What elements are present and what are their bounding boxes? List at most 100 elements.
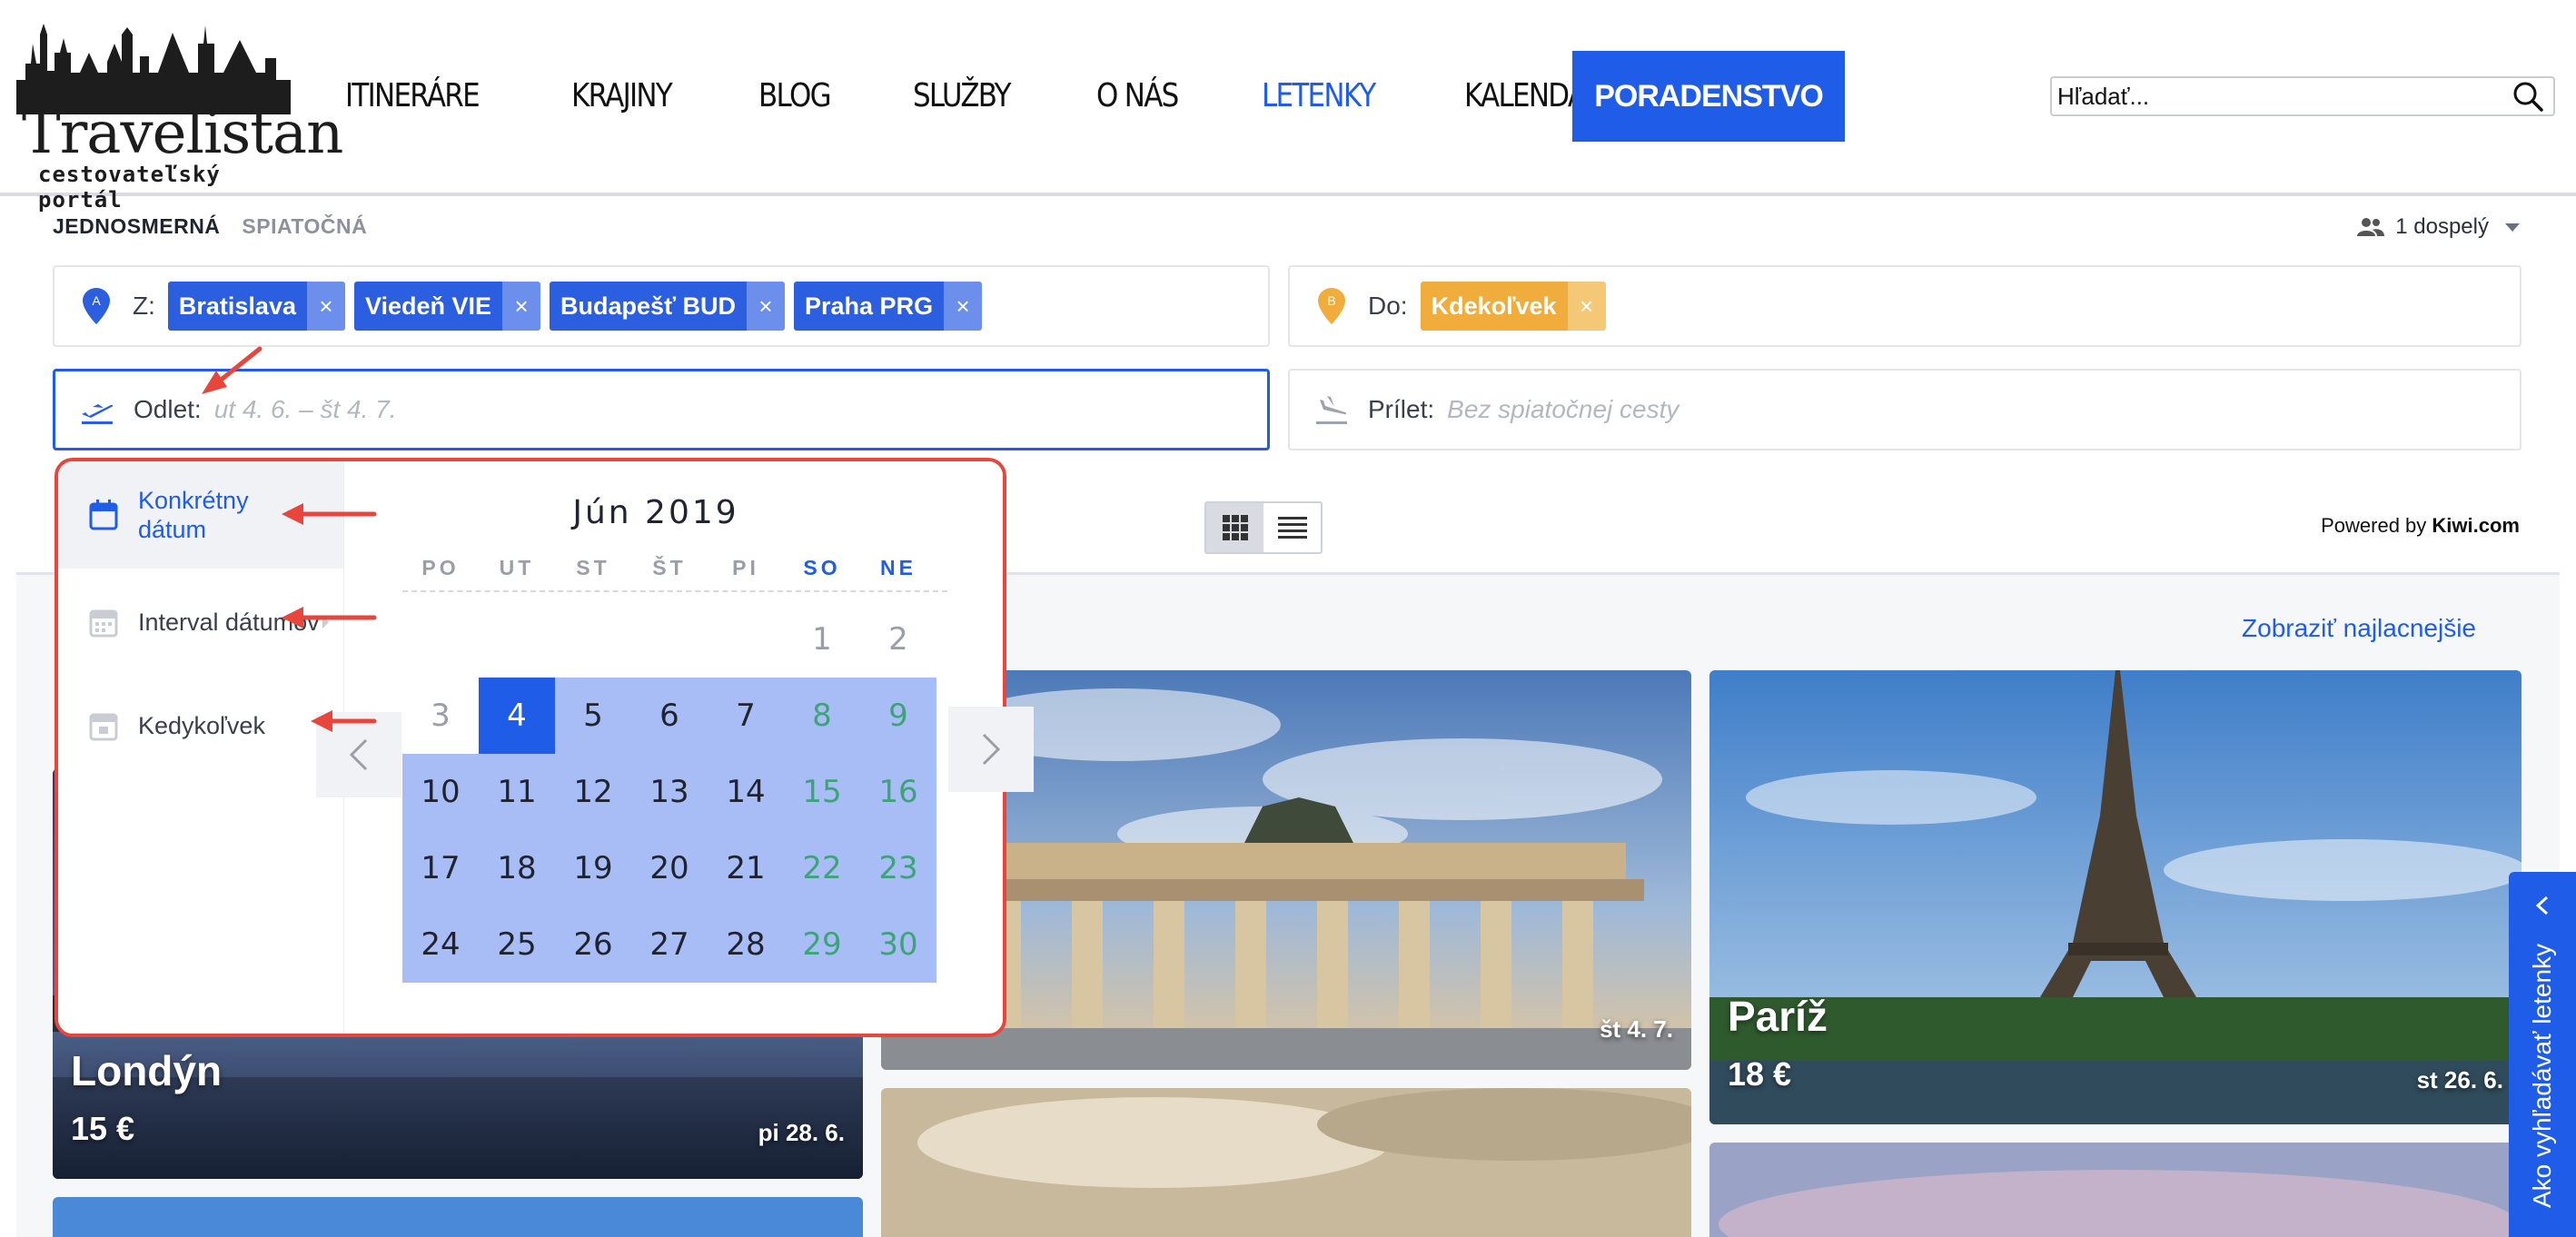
calendar-day[interactable]: 11 (479, 754, 555, 830)
calendar-day[interactable]: 5 (555, 678, 631, 754)
list-view-button[interactable] (1263, 503, 1321, 552)
calendar-day[interactable]: 10 (402, 754, 479, 830)
calendar-day[interactable]: 9 (860, 678, 936, 754)
calendar-day: 1 (812, 621, 832, 658)
calendar-day[interactable]: 16 (860, 754, 936, 830)
calendar-day[interactable]: 25 (479, 906, 555, 983)
calendar-day[interactable]: 13 (631, 754, 708, 830)
logo[interactable]: Travelistan cestovateľský portál (13, 16, 343, 213)
powered-by: Powered by Kiwi.com (2321, 514, 2520, 538)
next-month-button[interactable] (948, 707, 1034, 792)
card-city: Paríž (1728, 993, 1828, 1040)
calendar-day: 3 (431, 698, 451, 734)
from-chip-vienna: Viedeň VIE × (353, 282, 541, 331)
weekday-label: PI (732, 556, 759, 579)
destination-card-row2-2[interactable] (881, 1088, 1691, 1237)
chip-label: Viedeň VIE (353, 282, 503, 331)
nav-blog[interactable]: BLOG (758, 77, 832, 114)
calendar-day[interactable]: 23 (860, 830, 936, 906)
nav-sluzby[interactable]: SLUŽBY (913, 77, 1012, 114)
search-icon[interactable] (2502, 78, 2553, 114)
close-icon[interactable]: × (502, 282, 541, 331)
poradenstvo-button[interactable]: PORADENSTVO (1572, 51, 1845, 142)
calendar-day[interactable]: 14 (708, 754, 784, 830)
weekday-label: NE (880, 556, 916, 579)
paris-photo (1709, 670, 2522, 1124)
weekday-label: ST (576, 556, 610, 579)
card-price: 18 € (1728, 1055, 1792, 1093)
calendar-day[interactable]: 4 (479, 678, 555, 754)
grid-icon (1222, 515, 1248, 540)
calendar-day[interactable]: 17 (402, 830, 479, 906)
calendar-day[interactable]: 21 (708, 830, 784, 906)
calendar-day[interactable]: 7 (708, 678, 784, 754)
calendar-day[interactable]: 8 (784, 678, 860, 754)
pin-b-icon: B (1313, 288, 1350, 324)
calendar-day[interactable]: 30 (860, 906, 936, 983)
show-cheapest-link[interactable]: Zobraziť najlacnejšie (2242, 614, 2476, 643)
mode-label: Interval dátumov (138, 609, 320, 636)
calendar-day[interactable]: 20 (631, 830, 708, 906)
calendar-day[interactable]: 12 (555, 754, 631, 830)
tab-return[interactable]: SPIATOČNÁ (242, 214, 367, 239)
powered-brand[interactable]: Kiwi.com (2432, 514, 2520, 537)
pin-b-letter: B (1327, 293, 1335, 308)
nav-o-nas[interactable]: O NÁS (1096, 77, 1179, 114)
search-input[interactable] (2052, 78, 2502, 114)
tab-one-way[interactable]: JEDNOSMERNÁ (53, 214, 220, 239)
to-field[interactable]: B Do: Kdekoľvek × (1288, 265, 2522, 347)
calendar-icon (89, 500, 118, 530)
nav-letenky[interactable]: LETENKY (1262, 77, 1376, 114)
card-date: pi 28. 6. (758, 1119, 845, 1146)
calendar-day[interactable]: 19 (555, 830, 631, 906)
card-date: st 26. 6. (2416, 1066, 2503, 1094)
calendar-day[interactable]: 18 (479, 830, 555, 906)
mode-specific-date[interactable]: Konkrétny dátum (58, 461, 343, 569)
how-to-search-tab[interactable]: Ako vyhľadávať letenky (2509, 872, 2576, 1237)
calendar-day[interactable]: 26 (555, 906, 631, 983)
city-photo (881, 1088, 1691, 1237)
calendar-day[interactable]: 15 (784, 754, 860, 830)
chip-label: Bratislava (167, 282, 307, 331)
from-field[interactable]: A Z: Bratislava × Viedeň VIE × Budapešť … (53, 265, 1270, 347)
chip-label: Budapešť BUD (550, 282, 748, 331)
mode-anytime[interactable]: Kedykoľvek (58, 676, 343, 776)
calendar-day[interactable]: 29 (784, 906, 860, 983)
weekday-label: UT (499, 556, 535, 579)
close-icon[interactable]: × (944, 282, 983, 331)
close-icon[interactable]: × (1567, 282, 1606, 331)
depart-label: Odlet: (134, 395, 202, 423)
calendar-range-icon (89, 609, 118, 638)
passenger-selector[interactable]: 1 dospelý (2357, 214, 2520, 240)
calendar-day[interactable]: 22 (784, 830, 860, 906)
nav-itinerare[interactable]: ITINERÁRE (345, 77, 481, 114)
plane-landing-icon (1313, 391, 1350, 428)
to-label: Do: (1368, 292, 1408, 320)
people-icon (2357, 218, 2385, 236)
close-icon[interactable]: × (306, 282, 345, 331)
calendar-day[interactable]: 27 (631, 906, 708, 983)
month-calendar: Jún 2019 PO UT ST ŠT PI SO NE 1 2 3 4 5 6 7 8 9 10 11 12 1… (343, 461, 1003, 1034)
site-header: Travelistan cestovateľský portál ITINERÁ… (0, 0, 2576, 213)
calendar-day[interactable]: 6 (631, 678, 708, 754)
calendar-day[interactable]: 24 (402, 906, 479, 983)
calendar-day: 2 (888, 621, 908, 658)
mode-date-interval[interactable]: Interval dátumov (58, 569, 343, 676)
from-chip-budapest: Budapešť BUD × (550, 282, 786, 331)
prev-month-button[interactable] (316, 712, 401, 797)
chip-label: Praha PRG (794, 282, 945, 331)
passenger-count: 1 dospelý (2395, 214, 2489, 239)
return-field[interactable]: Prílet: Bez spiatočnej cesty (1288, 369, 2522, 450)
grid-view-button[interactable] (1206, 503, 1263, 552)
depart-field[interactable]: Odlet: ut 4. 6. – št 4. 7. (53, 369, 1270, 450)
destination-card-paris[interactable]: Paríž 18 € st 26. 6. (1709, 670, 2522, 1124)
close-icon[interactable]: × (747, 282, 786, 331)
card-city: Londýn (71, 1047, 223, 1094)
calendar-day[interactable]: 28 (708, 906, 784, 983)
nav-krajiny[interactable]: KRAJINY (571, 77, 673, 114)
destination-card-row2-1[interactable] (53, 1197, 863, 1237)
destination-card-row2-3[interactable] (1709, 1143, 2522, 1237)
powered-prefix: Powered by (2321, 514, 2427, 537)
weekday-label: SO (803, 556, 841, 579)
to-chip-anywhere: Kdekoľvek × (1420, 282, 1606, 331)
